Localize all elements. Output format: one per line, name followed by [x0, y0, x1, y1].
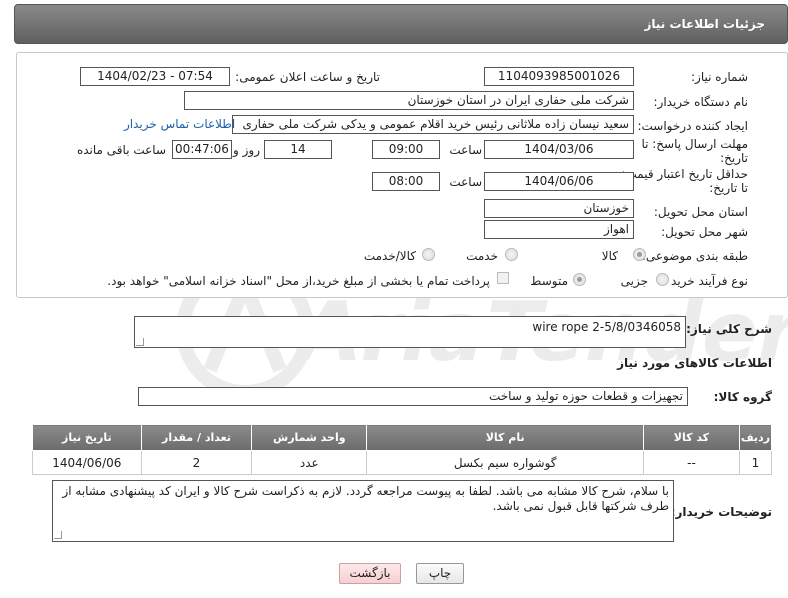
city-field: اهواز — [484, 220, 634, 239]
category-goods-radio[interactable] — [633, 248, 646, 261]
goods-group-label: گروه کالا: — [713, 390, 772, 404]
category-service-radio[interactable] — [505, 248, 518, 261]
process-type-label: نوع فرآیند خرید : — [663, 274, 748, 288]
description-text: wire rope 2-5/8/0346058 — [532, 320, 681, 334]
category-goods-service-label: کالا/خدمت — [363, 249, 416, 263]
goods-table: ردیف کد کالا نام کالا واحد شمارش تعداد /… — [32, 424, 773, 475]
deadline-time-label: ساعت — [449, 143, 482, 157]
col-quantity: تعداد / مقدار — [140, 424, 253, 451]
goods-section-title: اطلاعات کالاهای مورد نیاز — [617, 356, 772, 370]
buyer-notes-field: با سلام، شرح کالا مشابه می باشد. لطفا به… — [52, 480, 674, 542]
goods-group-field: تجهیزات و قطعات حوزه تولید و ساخت — [138, 387, 688, 406]
treasury-payment-checkbox[interactable] — [497, 272, 509, 284]
creator-field: سعید نیسان زاده ملاثانی رئیس خرید اقلام … — [232, 115, 634, 134]
buyer-org-label: نام دستگاه خریدار: — [653, 95, 749, 109]
resize-handle-icon[interactable] — [54, 531, 62, 539]
cell-quantity: 2 — [140, 450, 253, 475]
cell-item-code: -- — [643, 450, 740, 475]
remaining-time-label: ساعت باقی مانده — [76, 143, 166, 157]
col-need-date: تاریخ نیاز — [32, 424, 142, 451]
description-label: شرح کلی نیاز: — [686, 322, 772, 336]
col-item-name: نام کالا — [366, 424, 645, 451]
days-field: 14 — [264, 140, 332, 159]
city-label: شهر محل تحویل: — [661, 225, 748, 239]
validity-time-label: ساعت — [449, 175, 482, 189]
deadline-time-field: 09:00 — [372, 140, 440, 159]
back-button[interactable]: بازگشت — [339, 563, 401, 584]
cell-item-name: گوشواره سیم بکسل — [366, 450, 645, 475]
table-header-row: ردیف کد کالا نام کالا واحد شمارش تعداد /… — [32, 424, 773, 451]
buyer-contact-link[interactable]: اطلاعات تماس خریدار — [124, 117, 235, 131]
col-item-code: کد کالا — [643, 424, 740, 451]
cell-unit: عدد — [251, 450, 368, 475]
buyer-notes-label: توضیحات خریدار: — [670, 505, 772, 519]
announce-date-label: تاریخ و ساعت اعلان عمومی: — [235, 70, 380, 84]
category-service-label: خدمت — [466, 249, 498, 263]
treasury-payment-note: پرداخت تمام یا بخشی از مبلغ خرید،از محل … — [107, 274, 490, 288]
category-goods-label: کالا — [601, 249, 618, 263]
category-goods-service-radio[interactable] — [422, 248, 435, 261]
page-title: جزئیات اطلاعات نیاز — [644, 17, 765, 31]
announce-date-field: 1404/02/23 - 07:54 — [80, 67, 230, 86]
col-unit: واحد شمارش — [251, 424, 368, 451]
print-button[interactable]: چاپ — [416, 563, 464, 584]
days-label: روز و — [233, 143, 260, 157]
col-row-number: ردیف — [738, 424, 773, 451]
process-minor-radio[interactable] — [656, 273, 669, 286]
need-number-label: شماره نیاز: — [691, 70, 748, 84]
deadline-label: مهلت ارسال پاسخ: تا تاریخ: — [641, 137, 748, 165]
process-medium-label: متوسط — [530, 274, 568, 288]
cell-row-number: 1 — [738, 450, 773, 475]
description-field: wire rope 2-5/8/0346058 — [134, 316, 686, 348]
deadline-date-field: 1404/03/06 — [484, 140, 634, 159]
resize-handle-icon[interactable] — [136, 338, 144, 346]
validity-date-field: 1404/06/06 — [484, 172, 634, 191]
category-label: طبقه بندی موضوعی: — [641, 249, 748, 263]
validity-time-field: 08:00 — [372, 172, 440, 191]
table-row: 1 -- گوشواره سیم بکسل عدد 2 1404/06/06 — [32, 450, 773, 475]
process-minor-label: جزیی — [620, 274, 648, 288]
price-validity-label: حداقل تاریخ اعتبار قیمت: تا تاریخ: — [621, 167, 748, 195]
buyer-notes-text: با سلام، شرح کالا مشابه می باشد. لطفا به… — [62, 484, 669, 513]
page-header: جزئیات اطلاعات نیاز — [14, 4, 788, 44]
need-number-field: 1104093985001026 — [484, 67, 634, 86]
remaining-time-field: 00:47:06 — [172, 140, 232, 159]
buyer-org-field: شرکت ملی حفاری ایران در استان خوزستان — [184, 91, 634, 110]
process-medium-radio[interactable] — [573, 273, 586, 286]
province-label: استان محل تحویل: — [653, 205, 748, 219]
province-field: خوزستان — [484, 199, 634, 218]
creator-label: ایجاد کننده درخواست: — [637, 119, 748, 133]
cell-need-date: 1404/06/06 — [32, 450, 142, 475]
